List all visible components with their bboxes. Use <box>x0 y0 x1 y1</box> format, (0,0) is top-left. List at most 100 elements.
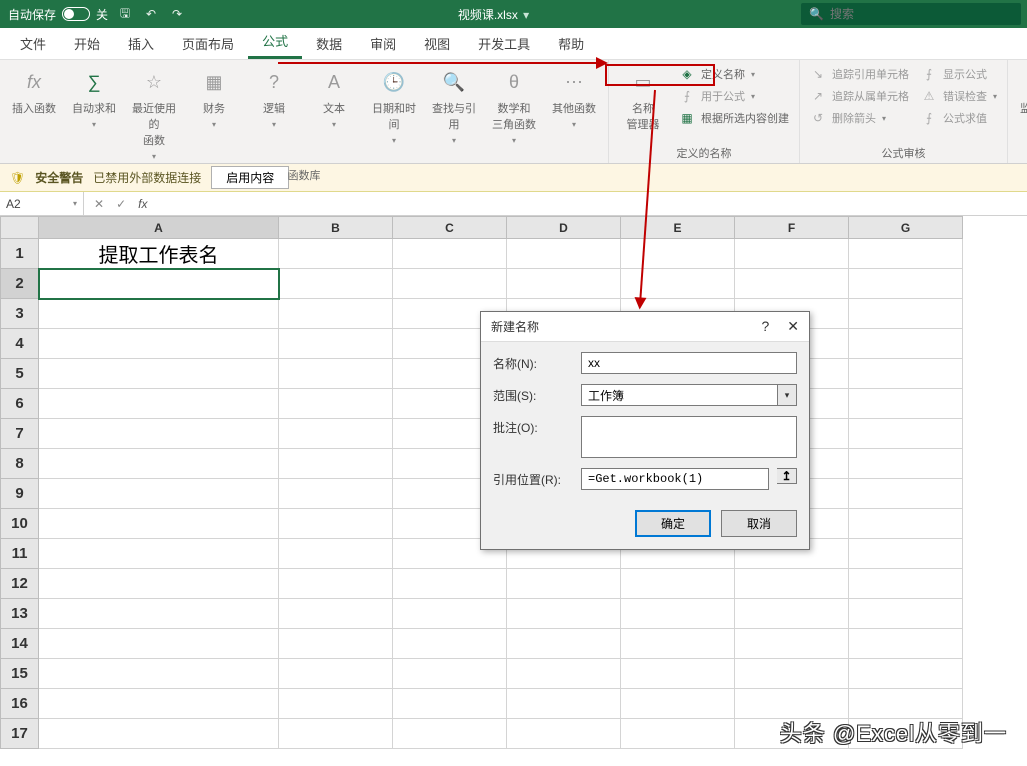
cell-B1[interactable] <box>279 239 393 269</box>
cell-E16[interactable] <box>621 689 735 719</box>
cell-D14[interactable] <box>507 629 621 659</box>
cell-C15[interactable] <box>393 659 507 689</box>
formula-input[interactable] <box>157 192 1027 215</box>
enter-icon[interactable]: ✓ <box>116 197 126 211</box>
cell-B14[interactable] <box>279 629 393 659</box>
watch-window-button[interactable]: ▭ 监视窗口 <box>1014 64 1027 120</box>
cell-B16[interactable] <box>279 689 393 719</box>
cell-G3[interactable] <box>849 299 963 329</box>
recent-functions-button[interactable]: ☆ 最近使用的 函数▾ <box>126 64 182 165</box>
cell-A10[interactable] <box>39 509 279 539</box>
row-header-15[interactable]: 15 <box>1 659 39 689</box>
tab-页面布局[interactable]: 页面布局 <box>168 28 248 59</box>
title-dropdown-icon[interactable]: ▾ <box>521 8 529 22</box>
name-manager-button[interactable]: ▭ 名称 管理器 <box>615 64 671 136</box>
fx-icon[interactable]: fx <box>138 197 147 211</box>
close-icon[interactable]: ✕ <box>787 318 799 335</box>
trace-precedents-button[interactable]: ↘追踪引用单元格 <box>806 64 913 84</box>
comment-textarea[interactable] <box>581 416 797 458</box>
cell-C14[interactable] <box>393 629 507 659</box>
cell-C17[interactable] <box>393 719 507 749</box>
cell-G7[interactable] <box>849 419 963 449</box>
row-header-12[interactable]: 12 <box>1 569 39 599</box>
cell-A7[interactable] <box>39 419 279 449</box>
cell-A6[interactable] <box>39 389 279 419</box>
lookup-button[interactable]: 🔍 查找与引用▾ <box>426 64 482 149</box>
cell-G1[interactable] <box>849 239 963 269</box>
cell-F16[interactable] <box>735 689 849 719</box>
cell-B8[interactable] <box>279 449 393 479</box>
cell-D17[interactable] <box>507 719 621 749</box>
cell-D1[interactable] <box>507 239 621 269</box>
define-name-button[interactable]: ◈定义名称 ▾ <box>675 64 793 84</box>
cell-F1[interactable] <box>735 239 849 269</box>
row-header-14[interactable]: 14 <box>1 629 39 659</box>
row-header-6[interactable]: 6 <box>1 389 39 419</box>
datetime-button[interactable]: 🕒 日期和时间▾ <box>366 64 422 149</box>
cell-B7[interactable] <box>279 419 393 449</box>
cell-A11[interactable] <box>39 539 279 569</box>
cell-B12[interactable] <box>279 569 393 599</box>
cell-B2[interactable] <box>279 269 393 299</box>
show-formulas-button[interactable]: ⨍显示公式 <box>917 64 1001 84</box>
select-all-corner[interactable] <box>1 217 39 239</box>
tab-审阅[interactable]: 审阅 <box>356 28 410 59</box>
col-header-G[interactable]: G <box>849 217 963 239</box>
cell-E13[interactable] <box>621 599 735 629</box>
cell-B11[interactable] <box>279 539 393 569</box>
cell-A2[interactable] <box>39 269 279 299</box>
text-button[interactable]: A 文本▾ <box>306 64 362 133</box>
row-header-13[interactable]: 13 <box>1 599 39 629</box>
cell-B4[interactable] <box>279 329 393 359</box>
scope-select[interactable] <box>581 384 777 406</box>
cancel-icon[interactable]: ✕ <box>94 197 104 211</box>
math-button[interactable]: θ 数学和 三角函数▾ <box>486 64 542 149</box>
cell-A17[interactable] <box>39 719 279 749</box>
cell-A1[interactable]: 提取工作表名 <box>39 239 279 269</box>
logical-button[interactable]: ? 逻辑▾ <box>246 64 302 133</box>
refers-to-input[interactable] <box>581 468 769 490</box>
row-header-4[interactable]: 4 <box>1 329 39 359</box>
remove-arrows-button[interactable]: ↺删除箭头 ▾ <box>806 108 913 128</box>
cell-G6[interactable] <box>849 389 963 419</box>
cell-B15[interactable] <box>279 659 393 689</box>
autosum-button[interactable]: ∑ 自动求和▾ <box>66 64 122 133</box>
create-from-selection-button[interactable]: ▦根据所选内容创建 <box>675 108 793 128</box>
cell-B17[interactable] <box>279 719 393 749</box>
range-picker-icon[interactable]: ↥ <box>777 468 797 484</box>
cell-A4[interactable] <box>39 329 279 359</box>
cell-B5[interactable] <box>279 359 393 389</box>
cell-G2[interactable] <box>849 269 963 299</box>
help-icon[interactable]: ? <box>761 318 769 335</box>
tab-插入[interactable]: 插入 <box>114 28 168 59</box>
cell-A13[interactable] <box>39 599 279 629</box>
cell-D12[interactable] <box>507 569 621 599</box>
cell-D2[interactable] <box>507 269 621 299</box>
col-header-E[interactable]: E <box>621 217 735 239</box>
cell-C1[interactable] <box>393 239 507 269</box>
tab-开发工具[interactable]: 开发工具 <box>464 28 544 59</box>
cell-A5[interactable] <box>39 359 279 389</box>
cell-G8[interactable] <box>849 449 963 479</box>
cell-E12[interactable] <box>621 569 735 599</box>
cell-D15[interactable] <box>507 659 621 689</box>
trace-dependents-button[interactable]: ↗追踪从属单元格 <box>806 86 913 106</box>
chevron-down-icon[interactable]: ▾ <box>777 384 797 406</box>
cell-B6[interactable] <box>279 389 393 419</box>
name-input[interactable] <box>581 352 797 374</box>
cell-B10[interactable] <box>279 509 393 539</box>
cell-A14[interactable] <box>39 629 279 659</box>
name-box[interactable]: A2 ▾ <box>0 192 84 215</box>
cell-A15[interactable] <box>39 659 279 689</box>
save-icon[interactable]: 🖫 <box>116 5 134 23</box>
cell-A12[interactable] <box>39 569 279 599</box>
cell-E17[interactable] <box>621 719 735 749</box>
financial-button[interactable]: ▦ 财务▾ <box>186 64 242 133</box>
cell-B3[interactable] <box>279 299 393 329</box>
cell-A16[interactable] <box>39 689 279 719</box>
undo-icon[interactable]: ↶ <box>142 5 160 23</box>
search-box[interactable]: 🔍 <box>801 3 1021 25</box>
cell-G5[interactable] <box>849 359 963 389</box>
evaluate-formula-button[interactable]: ⨍公式求值 <box>917 108 1001 128</box>
cell-F15[interactable] <box>735 659 849 689</box>
